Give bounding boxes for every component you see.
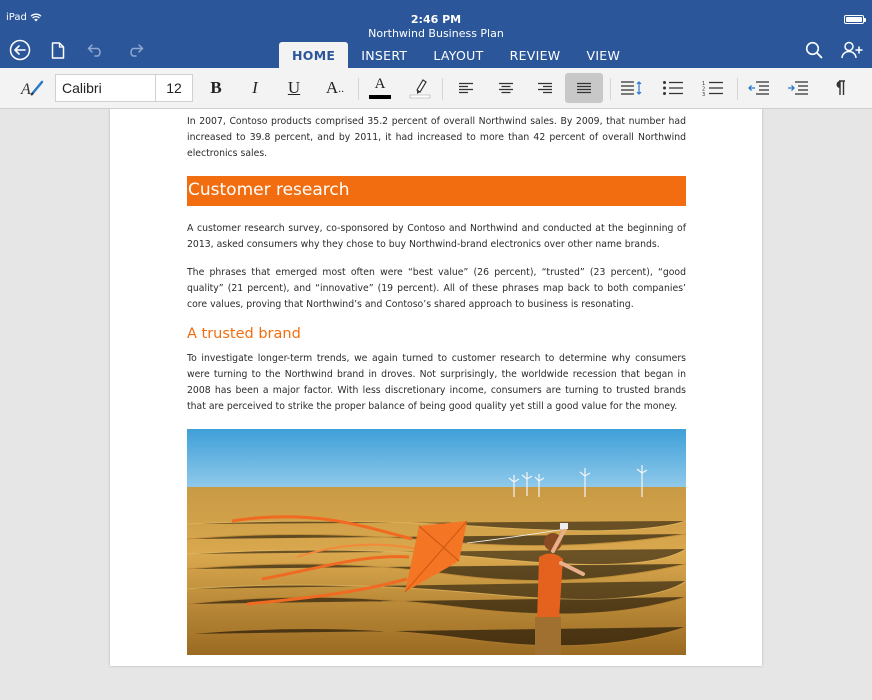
ellipsis-icon: .. [338, 80, 345, 95]
align-right-icon [538, 82, 552, 94]
document-page[interactable]: In 2007, Contoso products comprised 35.2… [110, 109, 762, 666]
bullets-button[interactable] [659, 73, 687, 103]
battery-icon [844, 15, 866, 24]
inline-photo[interactable] [187, 429, 686, 656]
paragraph: In 2007, Contoso products comprised 35.2… [187, 116, 686, 160]
undo-button[interactable] [84, 39, 108, 61]
back-button[interactable] [8, 38, 32, 62]
italic-button[interactable]: I [242, 73, 268, 103]
heading-customer-research: Customer research [187, 175, 686, 206]
align-center-button[interactable] [492, 73, 520, 103]
font-size-input[interactable] [156, 75, 192, 101]
document-body: In 2007, Contoso products comprised 35.2… [187, 114, 686, 656]
line-spacing-icon [621, 81, 642, 95]
share-button[interactable] [838, 39, 866, 61]
redo-button[interactable] [123, 39, 147, 61]
ribbon-separator [610, 78, 611, 100]
align-left-button[interactable] [452, 73, 480, 103]
home-ribbon: A B I U A .. A [0, 68, 872, 109]
highlight-button[interactable] [406, 73, 434, 103]
font-selector [55, 74, 193, 102]
kite-field-photo [187, 429, 686, 656]
font-color-bar [369, 95, 391, 99]
numbering-button[interactable]: 1 2 3 [699, 73, 727, 103]
numbered-list-icon: 1 2 3 [702, 81, 723, 96]
styles-brush-icon: A [20, 80, 44, 98]
font-color-label: A [374, 76, 386, 92]
paragraph: The phrases that emerged most often were… [187, 267, 686, 311]
increase-indent-button[interactable] [784, 73, 812, 103]
undo-icon [87, 44, 101, 57]
redo-icon [130, 44, 144, 57]
ribbon-tabs: HOME INSERT LAYOUT REVIEW VIEW [279, 42, 633, 68]
highlighter-icon [409, 79, 431, 99]
add-person-icon [841, 41, 863, 59]
back-arrow-icon [9, 39, 31, 61]
heading-trusted-brand: A trusted brand [187, 325, 301, 342]
font-effects-label: A [325, 78, 339, 97]
decrease-indent-icon [748, 81, 769, 95]
file-button[interactable] [48, 39, 68, 61]
increase-indent-icon [788, 81, 808, 95]
paragraph: To investigate longer-term trends, we ag… [187, 352, 686, 413]
align-center-icon [499, 82, 513, 94]
tab-view[interactable]: VIEW [573, 42, 633, 68]
bullet-list-icon [663, 81, 683, 95]
document-canvas[interactable]: In 2007, Contoso products comprised 35.2… [0, 109, 872, 700]
pilcrow-icon [836, 80, 845, 95]
font-effects-button[interactable]: A .. [320, 73, 350, 103]
justify-button[interactable] [565, 73, 603, 103]
align-right-button[interactable] [531, 73, 559, 103]
styles-button[interactable]: A [18, 73, 48, 103]
font-name-input[interactable] [56, 75, 156, 101]
tab-home[interactable]: HOME [279, 42, 349, 68]
svg-text:A: A [20, 81, 31, 98]
font-color-button[interactable]: A [366, 73, 394, 103]
search-icon [805, 41, 823, 59]
justify-icon [577, 82, 591, 94]
document-icon [51, 41, 65, 59]
ribbon-separator [442, 78, 443, 100]
line-spacing-button[interactable] [618, 73, 646, 103]
status-time: 2:46 PM [410, 13, 462, 26]
ribbon-separator [737, 78, 738, 100]
tab-review[interactable]: REVIEW [497, 42, 574, 68]
tab-layout[interactable]: LAYOUT [420, 42, 496, 68]
underline-button[interactable]: U [281, 73, 307, 103]
bold-button[interactable]: B [203, 73, 229, 103]
decrease-indent-button[interactable] [745, 73, 773, 103]
search-button[interactable] [802, 39, 826, 61]
paragraph: A customer research survey, co-sponsored… [187, 222, 686, 250]
ribbon-separator [358, 78, 359, 100]
title-bar: iPad 2:46 PM Northwind Business Plan HOM… [0, 0, 872, 68]
svg-text:3: 3 [702, 92, 705, 96]
tab-insert[interactable]: INSERT [348, 42, 420, 68]
align-left-icon [459, 82, 473, 94]
show-formatting-button[interactable] [826, 73, 854, 103]
